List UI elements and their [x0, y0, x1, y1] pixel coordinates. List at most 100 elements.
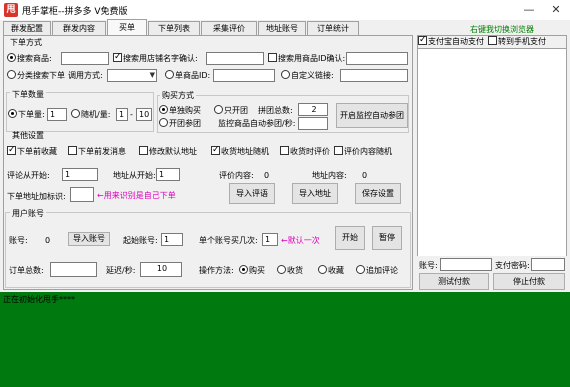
radio-indicator: [165, 70, 174, 79]
join-group-radio[interactable]: 开团参团: [159, 118, 201, 130]
close-button[interactable]: ✕: [543, 2, 569, 18]
fixed-qty-label: 下单量:: [18, 110, 45, 119]
account-count-value: 0: [45, 236, 51, 245]
monitor-interval-input[interactable]: [298, 117, 328, 130]
single-goods-id-input[interactable]: [213, 69, 275, 82]
save-settings-button[interactable]: 保存设置: [355, 183, 401, 204]
to-mobile-checkbox[interactable]: 转到手机支付: [488, 36, 546, 48]
pay-password-input[interactable]: [531, 258, 565, 271]
start-button[interactable]: 开始: [335, 226, 365, 250]
total-orders-input[interactable]: [50, 262, 97, 277]
radio-indicator: [239, 265, 248, 274]
search-goods-radio[interactable]: 搜索商品:: [7, 53, 52, 65]
radio-indicator: [8, 109, 17, 118]
checkbox-indicator: [334, 146, 343, 155]
op-collect-label: 收藏: [328, 266, 344, 275]
random-review-checkbox[interactable]: 评价内容随机: [334, 146, 392, 158]
group-only-radio[interactable]: 只开团: [214, 105, 248, 117]
custom-link-input[interactable]: [340, 69, 408, 82]
group-total-input[interactable]: 2: [298, 103, 328, 116]
checkbox-indicator: [268, 53, 277, 62]
op-buy-radio[interactable]: 购买: [239, 265, 265, 277]
single-buy-times-label: 单个账号买几次:: [199, 236, 258, 245]
review-on-receive-label: 收货时评价: [290, 147, 330, 156]
search-shop-name-checkbox[interactable]: 搜索用店铺名字确认:: [113, 51, 198, 65]
category-search-radio[interactable]: 分类搜索下单: [7, 70, 65, 82]
alipay-auto-checkbox[interactable]: 支付宝自动支付: [418, 34, 484, 48]
radio-indicator: [7, 53, 16, 62]
user-account-title: 用户账号: [10, 208, 46, 219]
search-goods-label: 搜索商品:: [17, 54, 52, 63]
random-min-input[interactable]: 1: [116, 108, 128, 121]
alipay-auto-label: 支付宝自动支付: [428, 37, 484, 46]
to-mobile-label: 转到手机支付: [498, 37, 546, 46]
search-shop-name-label: 搜索用店铺名字确认:: [123, 54, 198, 63]
pause-button[interactable]: 暂停: [372, 226, 402, 250]
modify-default-addr-checkbox[interactable]: 修改默认地址: [139, 146, 197, 158]
call-method-select[interactable]: ▼: [107, 69, 157, 82]
order-addr-mark-label: 下单地址加标识:: [7, 192, 66, 201]
delay-input[interactable]: 10: [140, 262, 182, 277]
pay-account-input[interactable]: [440, 258, 492, 271]
random-review-label: 评价内容随机: [344, 147, 392, 156]
collect-before-checkbox[interactable]: 下单前收藏: [7, 144, 57, 158]
single-buy-radio[interactable]: 单独购买: [159, 105, 201, 117]
op-add-review-label: 追加评论: [366, 266, 398, 275]
browser-pane[interactable]: [417, 35, 567, 290]
tab-order-stats[interactable]: 订单统计: [307, 21, 359, 36]
addr-content-count: 0: [362, 171, 368, 180]
review-content-label: 评价内容:: [219, 171, 254, 180]
tab-collect-reviews[interactable]: 采集评价: [201, 21, 257, 36]
fixed-qty-radio[interactable]: 下单量:: [8, 109, 45, 121]
tab-group-config[interactable]: 群发配置: [3, 21, 51, 36]
total-orders-label: 订单总数:: [9, 266, 44, 275]
import-addr-button[interactable]: 导入地址: [292, 183, 338, 204]
import-review-button[interactable]: 导入评语: [229, 183, 275, 204]
random-ship-addr-checkbox[interactable]: 收货地址随机: [211, 144, 269, 158]
tab-order-list[interactable]: 下单列表: [148, 21, 200, 36]
import-account-button[interactable]: 导入账号: [68, 232, 110, 246]
radio-indicator: [159, 105, 168, 114]
join-group-label: 开团参团: [169, 119, 201, 128]
op-receive-radio[interactable]: 收货: [277, 265, 303, 277]
order-addr-mark-input[interactable]: [70, 187, 94, 202]
tab-address-account[interactable]: 地址账号: [258, 21, 306, 36]
category-search-label: 分类搜索下单: [17, 71, 65, 80]
order-qty-title: 下单数量: [10, 89, 46, 100]
op-collect-radio[interactable]: 收藏: [318, 265, 344, 277]
random-qty-radio[interactable]: 随机/量:: [71, 109, 110, 121]
fixed-qty-input[interactable]: 1: [47, 108, 67, 121]
single-goods-id-radio[interactable]: 单商品ID:: [165, 70, 210, 82]
tab-order[interactable]: 买单: [107, 19, 147, 36]
stop-pay-button[interactable]: 停止付款: [493, 273, 565, 290]
shop-name-input[interactable]: [206, 52, 264, 65]
review-on-receive-checkbox[interactable]: 收货时评价: [280, 146, 330, 158]
start-account-input[interactable]: 1: [161, 233, 183, 246]
op-buy-label: 购买: [249, 266, 265, 275]
minimize-button[interactable]: —: [516, 2, 542, 18]
review-start-label: 评论从开始:: [7, 171, 50, 180]
single-goods-id-label: 单商品ID:: [175, 71, 211, 80]
op-method-label: 操作方法:: [199, 266, 234, 275]
radio-indicator: [71, 109, 80, 118]
send-msg-before-checkbox[interactable]: 下单前发消息: [68, 146, 126, 158]
start-account-label: 起始账号:: [123, 236, 158, 245]
op-add-review-radio[interactable]: 追加评论: [356, 265, 398, 277]
other-settings-title: 其他设置: [12, 131, 44, 140]
tab-group-content[interactable]: 群发内容: [52, 21, 106, 36]
random-max-input[interactable]: 10: [136, 108, 152, 121]
addr-start-input[interactable]: 1: [156, 168, 180, 181]
custom-link-radio[interactable]: 自定义链接:: [281, 70, 334, 82]
start-monitor-button[interactable]: 开启监控自动参团: [336, 103, 408, 128]
single-buy-times-input[interactable]: 1: [262, 233, 278, 246]
radio-indicator: [214, 105, 223, 114]
goods-id-input[interactable]: [346, 52, 408, 65]
search-goods-id-checkbox[interactable]: 搜索用商品ID确认:: [268, 53, 345, 65]
search-goods-input[interactable]: [61, 52, 109, 65]
monitor-auto-join-label: 监控商品自动参团/秒:: [218, 119, 296, 128]
radio-indicator: [7, 70, 16, 79]
radio-indicator: [356, 265, 365, 274]
radio-indicator: [318, 265, 327, 274]
test-pay-button[interactable]: 测试付款: [419, 273, 489, 290]
review-start-input[interactable]: 1: [62, 168, 98, 181]
